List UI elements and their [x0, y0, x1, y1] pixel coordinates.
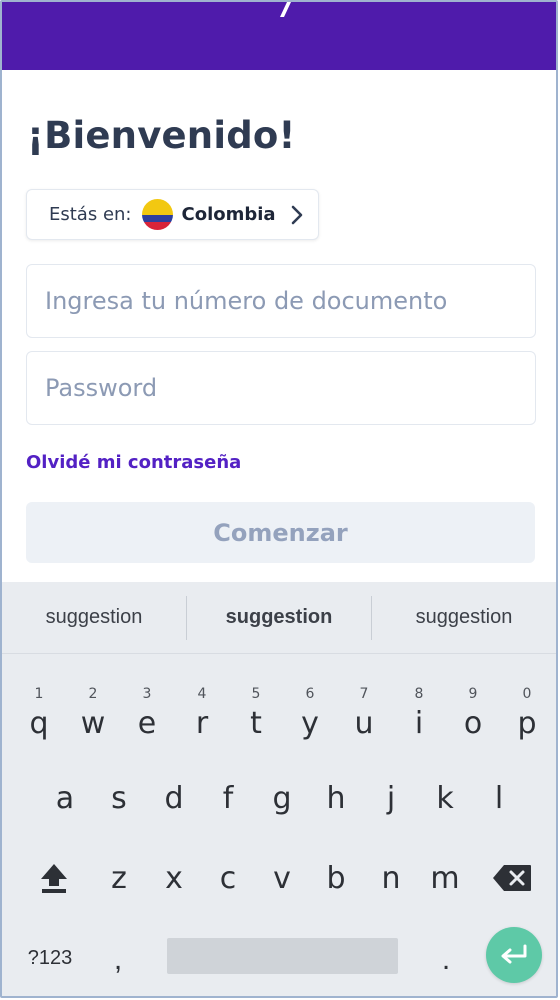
- key-p[interactable]: 0p: [500, 684, 554, 748]
- key-f[interactable]: f: [201, 766, 255, 830]
- key-y[interactable]: 6y: [283, 684, 337, 748]
- key-j[interactable]: j: [364, 766, 418, 830]
- comma-key[interactable]: ,: [98, 938, 138, 982]
- country-name-label: Colombia: [181, 204, 276, 225]
- symbols-key[interactable]: ?123: [10, 938, 90, 978]
- key-u[interactable]: 7u: [337, 684, 391, 748]
- country-selector-button[interactable]: Estás en: Colombia: [26, 189, 319, 240]
- chevron-right-icon: [291, 205, 302, 224]
- space-key[interactable]: [167, 938, 398, 974]
- suggestion-strip: suggestion suggestion suggestion: [2, 582, 556, 654]
- shift-key[interactable]: [24, 848, 84, 908]
- suggestion-center[interactable]: suggestion: [187, 606, 371, 629]
- key-d[interactable]: d: [147, 766, 201, 830]
- key-m[interactable]: m: [418, 846, 472, 910]
- document-field-container: [26, 264, 536, 338]
- top-bar: [2, 2, 556, 70]
- key-q[interactable]: 1q: [12, 684, 66, 748]
- key-s[interactable]: s: [92, 766, 146, 830]
- country-prefix-label: Estás en:: [49, 204, 132, 225]
- enter-icon: [501, 944, 527, 964]
- key-x[interactable]: x: [147, 846, 201, 910]
- password-input[interactable]: [27, 352, 535, 424]
- logo-fragment-icon: [280, 2, 291, 17]
- shift-icon: [41, 864, 67, 893]
- document-number-input[interactable]: [27, 265, 535, 337]
- key-o[interactable]: 9o: [446, 684, 500, 748]
- key-w[interactable]: 2w: [66, 684, 120, 748]
- suggestion-left[interactable]: suggestion: [2, 606, 186, 629]
- start-button[interactable]: Comenzar: [26, 502, 535, 563]
- forgot-password-link[interactable]: Olvidé mi contraseña: [26, 452, 241, 473]
- key-t[interactable]: 5t: [229, 684, 283, 748]
- enter-key[interactable]: [486, 927, 542, 983]
- backspace-key[interactable]: [482, 848, 542, 908]
- password-field-container: [26, 351, 536, 425]
- key-g[interactable]: g: [255, 766, 309, 830]
- key-e[interactable]: 3e: [120, 684, 174, 748]
- period-key[interactable]: .: [426, 938, 466, 982]
- key-v[interactable]: v: [255, 846, 309, 910]
- key-k[interactable]: k: [418, 766, 472, 830]
- page-title: ¡Bienvenido!: [27, 114, 296, 157]
- key-n[interactable]: n: [364, 846, 418, 910]
- app-screen: ¡Bienvenido! Estás en: Colombia Olvidé m…: [0, 0, 558, 998]
- suggestion-right[interactable]: suggestion: [372, 606, 556, 629]
- key-r[interactable]: 4r: [175, 684, 229, 748]
- key-a[interactable]: a: [38, 766, 92, 830]
- key-z[interactable]: z: [92, 846, 146, 910]
- key-i[interactable]: 8i: [392, 684, 446, 748]
- key-h[interactable]: h: [309, 766, 363, 830]
- backspace-icon: [493, 865, 531, 891]
- key-c[interactable]: c: [201, 846, 255, 910]
- colombia-flag-icon: [141, 199, 173, 230]
- key-b[interactable]: b: [309, 846, 363, 910]
- key-l[interactable]: l: [472, 766, 526, 830]
